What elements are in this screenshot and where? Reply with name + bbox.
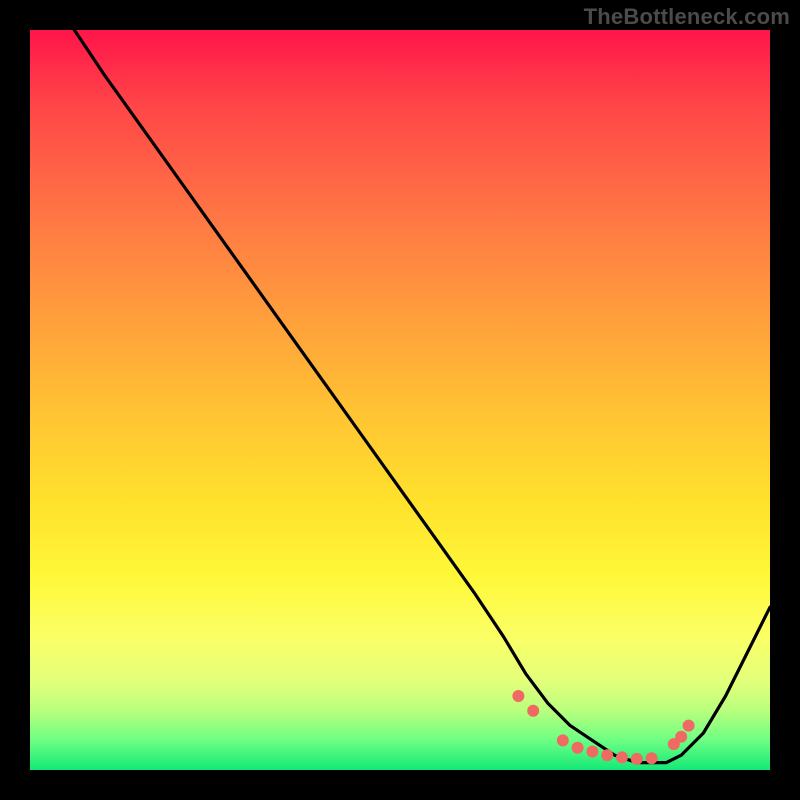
highlight-dots-group bbox=[512, 690, 694, 765]
bottleneck-curve-path bbox=[74, 30, 770, 763]
watermark-text: TheBottleneck.com bbox=[584, 4, 790, 30]
highlight-dot bbox=[616, 751, 628, 763]
highlight-dot bbox=[646, 752, 658, 764]
highlight-dot bbox=[557, 734, 569, 746]
highlight-dot bbox=[512, 690, 524, 702]
chart-frame: TheBottleneck.com bbox=[0, 0, 800, 800]
chart-svg bbox=[30, 30, 770, 770]
highlight-dot bbox=[586, 746, 598, 758]
highlight-dot bbox=[527, 705, 539, 717]
plot-area bbox=[30, 30, 770, 770]
highlight-dot bbox=[601, 749, 613, 761]
highlight-dot bbox=[675, 731, 687, 743]
highlight-dot bbox=[631, 753, 643, 765]
highlight-dot bbox=[572, 742, 584, 754]
highlight-dot bbox=[683, 720, 695, 732]
